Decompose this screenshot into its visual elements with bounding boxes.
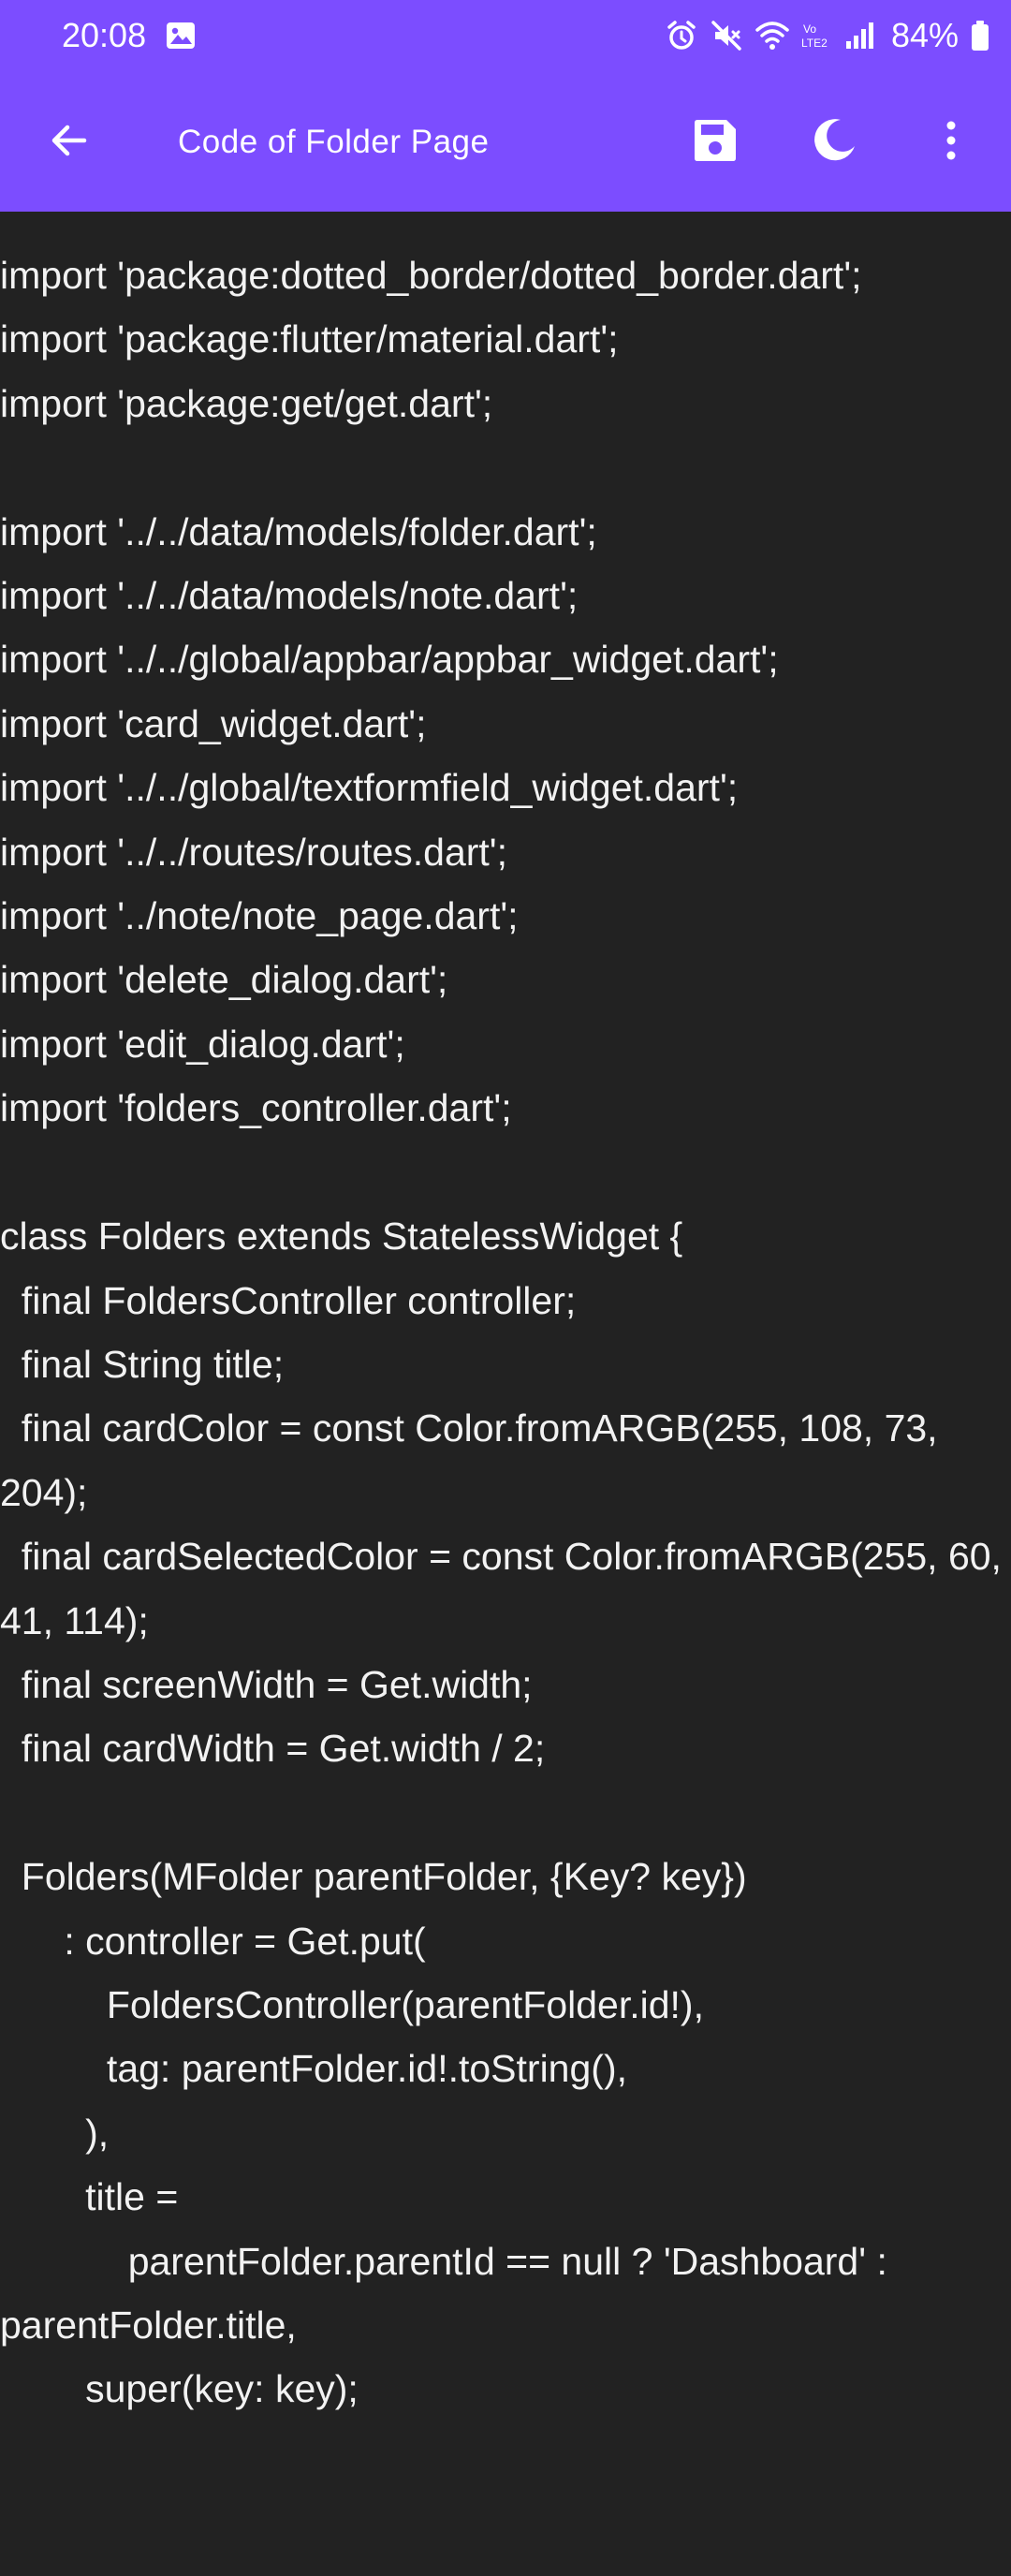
arrow-back-icon xyxy=(47,118,92,168)
more-options-button[interactable] xyxy=(910,101,992,184)
battery-icon xyxy=(970,19,990,52)
status-time: 20:08 xyxy=(62,16,147,54)
app-bar: Code of Folder Page xyxy=(0,73,1011,212)
header: 20:08 Vo LTE2 84% Code of Folder Page xyxy=(0,0,1011,212)
alarm-icon xyxy=(665,19,698,52)
volte-icon: Vo LTE2 xyxy=(801,19,833,52)
code-viewer: import 'package:dotted_border/dotted_bor… xyxy=(0,254,1002,2411)
battery-percent: 84% xyxy=(890,16,959,54)
signal-icon xyxy=(844,19,876,52)
mute-icon xyxy=(710,19,743,52)
dark-mode-icon xyxy=(810,116,858,169)
status-bar: 20:08 Vo LTE2 84% xyxy=(0,0,1011,73)
back-button[interactable] xyxy=(28,101,110,184)
dark-mode-toggle[interactable] xyxy=(793,101,875,184)
svg-text:Vo: Vo xyxy=(803,22,816,36)
save-icon xyxy=(691,116,740,169)
status-icons: Vo LTE2 84% xyxy=(653,13,990,58)
page-title: Code of Folder Page xyxy=(178,124,490,160)
wifi-icon xyxy=(755,19,790,52)
save-button[interactable] xyxy=(674,101,756,184)
image-icon xyxy=(165,21,197,51)
more-vert-icon xyxy=(944,118,959,168)
svg-text:LTE2: LTE2 xyxy=(801,37,828,50)
